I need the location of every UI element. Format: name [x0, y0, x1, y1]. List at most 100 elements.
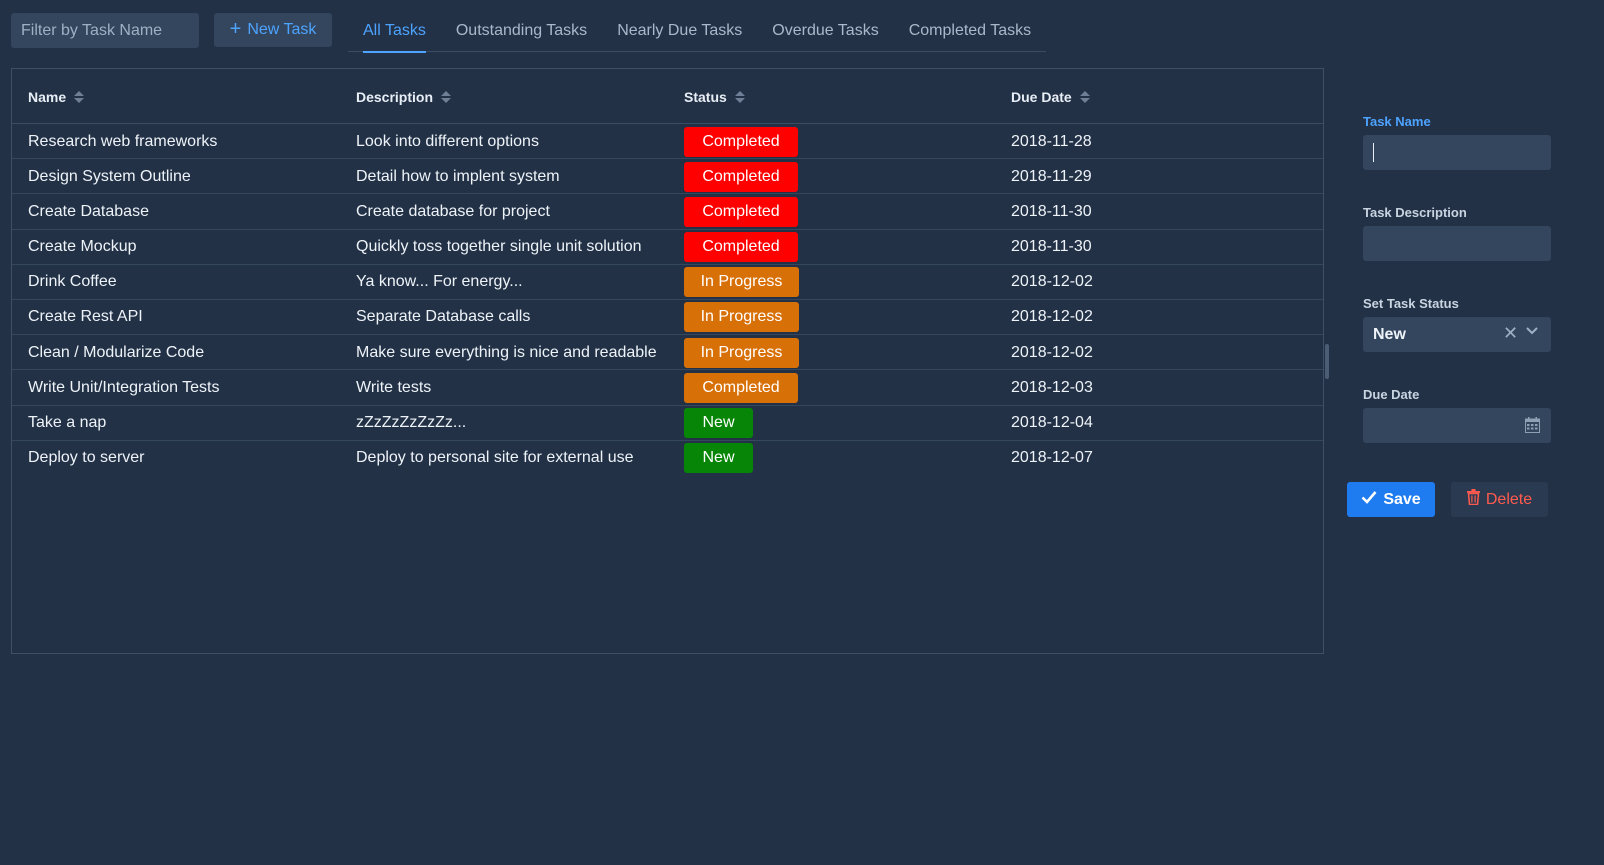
scrollbar-thumb[interactable]: [1325, 344, 1329, 379]
plus-icon: +: [229, 18, 242, 40]
tab-overdue-tasks[interactable]: Overdue Tasks: [757, 12, 893, 52]
task-due-date-cell: 2018-12-02: [1011, 273, 1093, 291]
task-status-cell: Completed: [684, 194, 798, 229]
save-button[interactable]: Save: [1347, 482, 1435, 517]
new-task-button[interactable]: + New Task: [214, 13, 332, 47]
status-badge: Completed: [684, 161, 798, 192]
table-row[interactable]: Create Database Create database for proj…: [12, 194, 1323, 230]
task-due-date-cell: 2018-11-30: [1011, 238, 1092, 256]
table-row[interactable]: Create Mockup Quickly toss together sing…: [12, 230, 1323, 265]
check-icon: [1361, 490, 1377, 509]
task-description-cell: Deploy to personal site for external use: [356, 449, 634, 467]
table-row[interactable]: Take a nap zZzZzZzZzZz... New 2018-12-04: [12, 406, 1323, 441]
task-name-input[interactable]: [1363, 135, 1551, 170]
new-task-label: New Task: [247, 21, 317, 38]
due-date-input[interactable]: [1363, 408, 1551, 443]
task-due-date-cell: 2018-11-29: [1011, 167, 1092, 185]
table-row[interactable]: Deploy to server Deploy to personal site…: [12, 441, 1323, 476]
task-status-cell: Completed: [684, 124, 798, 159]
task-due-date-cell: 2018-12-02: [1011, 343, 1093, 361]
table-row[interactable]: Drink Coffee Ya know... For energy... In…: [12, 265, 1323, 300]
table-row[interactable]: Design System Outline Detail how to impl…: [12, 159, 1323, 195]
chevron-down-icon[interactable]: [1525, 323, 1539, 340]
task-due-date-cell: 2018-11-28: [1011, 132, 1092, 150]
column-header-label: Description: [356, 88, 434, 105]
task-status-label: Set Task Status: [1363, 296, 1459, 311]
status-badge: In Progress: [684, 267, 799, 298]
task-description-label: Task Description: [1363, 205, 1467, 220]
task-name-cell: Design System Outline: [28, 167, 191, 185]
task-status-cell: New: [684, 441, 753, 476]
status-badge: In Progress: [684, 337, 799, 368]
task-description-cell: Make sure everything is nice and readabl…: [356, 343, 657, 361]
close-icon[interactable]: ✕: [1503, 323, 1518, 344]
text-cursor: [1373, 143, 1374, 162]
task-name-cell: Drink Coffee: [28, 273, 117, 291]
task-description-cell: Look into different options: [356, 132, 539, 150]
trash-icon: [1466, 489, 1480, 510]
task-description-cell: Write tests: [356, 378, 432, 396]
sort-icon: [441, 90, 452, 103]
status-badge: New: [684, 443, 753, 474]
column-header-name[interactable]: Name: [28, 69, 85, 124]
task-status-select[interactable]: New ✕: [1363, 317, 1551, 352]
task-name-cell: Create Mockup: [28, 238, 137, 256]
task-description-cell: zZzZzZzZzZz...: [356, 414, 467, 431]
task-name-cell: Deploy to server: [28, 449, 145, 467]
task-status-cell: In Progress: [684, 300, 799, 335]
task-name-label: Task Name: [1363, 114, 1431, 129]
status-badge: In Progress: [684, 302, 799, 333]
status-badge: Completed: [684, 196, 798, 227]
sort-icon: [1079, 90, 1090, 103]
task-description-cell: Detail how to implent system: [356, 167, 560, 185]
table-row[interactable]: Create Rest API Separate Database calls …: [12, 300, 1323, 336]
task-status-cell: In Progress: [684, 265, 799, 300]
task-description-cell: Create database for project: [356, 202, 550, 220]
column-header-label: Due Date: [1011, 88, 1072, 105]
table-header: Name Description Status Due Date: [12, 69, 1323, 124]
tab-outstanding-tasks[interactable]: Outstanding Tasks: [441, 12, 602, 52]
tab-all-tasks[interactable]: All Tasks: [348, 12, 441, 53]
sort-icon: [734, 90, 745, 103]
table-body: Research web frameworks Look into differ…: [12, 124, 1323, 476]
task-name-cell: Create Rest API: [28, 308, 143, 326]
task-status-cell: Completed: [684, 159, 798, 194]
task-status-cell: Completed: [684, 370, 798, 405]
task-status-cell: In Progress: [684, 335, 799, 370]
status-badge: Completed: [684, 372, 798, 403]
task-due-date-cell: 2018-12-03: [1011, 378, 1093, 396]
column-header-description[interactable]: Description: [356, 69, 452, 124]
task-status-cell: New: [684, 406, 753, 441]
table-row[interactable]: Research web frameworks Look into differ…: [12, 124, 1323, 160]
calendar-icon[interactable]: [1525, 417, 1540, 433]
task-name-cell: Research web frameworks: [28, 132, 218, 150]
task-name-cell: Write Unit/Integration Tests: [28, 378, 220, 396]
tab-nearly-due-tasks[interactable]: Nearly Due Tasks: [602, 12, 757, 52]
task-description-cell: Ya know... For energy...: [356, 273, 523, 291]
task-description-input[interactable]: [1363, 226, 1551, 261]
tab-completed-tasks[interactable]: Completed Tasks: [894, 12, 1046, 52]
status-badge: Completed: [684, 232, 798, 263]
task-name-cell: Create Database: [28, 202, 149, 220]
task-description-cell: Quickly toss together single unit soluti…: [356, 238, 642, 256]
delete-label: Delete: [1485, 490, 1533, 508]
task-due-date-cell: 2018-12-07: [1011, 449, 1093, 467]
table-row[interactable]: Write Unit/Integration Tests Write tests…: [12, 370, 1323, 406]
status-badge: New: [684, 408, 753, 438]
filter-input[interactable]: [11, 13, 199, 48]
task-name-cell: Clean / Modularize Code: [28, 343, 205, 361]
save-label: Save: [1383, 490, 1421, 508]
column-header-status[interactable]: Status: [684, 69, 745, 124]
task-tabs: All Tasks Outstanding Tasks Nearly Due T…: [348, 12, 1047, 53]
task-name-cell: Take a nap: [28, 414, 107, 431]
column-header-label: Status: [684, 88, 727, 105]
task-status-value: New: [1373, 325, 1406, 343]
column-header-label: Name: [28, 88, 67, 105]
sort-icon: [74, 90, 85, 103]
status-badge: Completed: [684, 126, 798, 157]
table-row[interactable]: Clean / Modularize Code Make sure everyt…: [12, 335, 1323, 371]
delete-button[interactable]: Delete: [1451, 482, 1548, 517]
task-due-date-cell: 2018-12-04: [1011, 414, 1093, 431]
due-date-label: Due Date: [1363, 387, 1420, 402]
column-header-due-date[interactable]: Due Date: [1011, 69, 1090, 124]
